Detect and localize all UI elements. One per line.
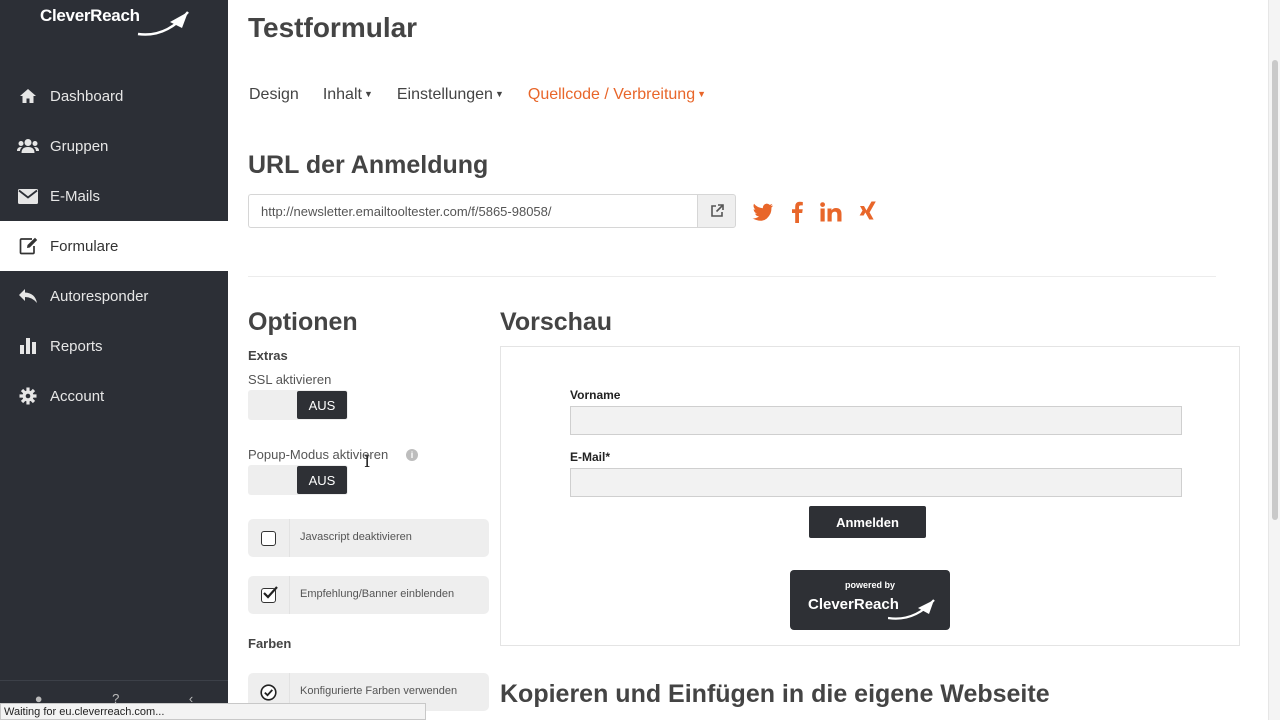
checkmark-icon — [263, 585, 278, 599]
extras-heading: Extras — [248, 348, 288, 363]
sidebar: CleverReach Dashboard Gruppen E-Mails Fo… — [0, 0, 228, 720]
tab-einstellungen[interactable]: Einstellungen ▼ — [397, 86, 504, 104]
tab-label: Design — [249, 86, 299, 103]
colors-heading: Farben — [248, 636, 292, 651]
form-tabs: Design Inhalt ▼ Einstellungen ▼ Quellcode … — [249, 86, 730, 104]
envelope-icon — [17, 185, 39, 207]
page-scrollbar[interactable] — [1268, 0, 1280, 720]
facebook-icon[interactable] — [788, 200, 806, 224]
logo-swoosh-icon — [888, 599, 935, 620]
caret-down-icon: ▼ — [363, 89, 373, 99]
ssl-label: SSL aktivieren — [248, 372, 332, 387]
logo-text: CleverReach — [40, 6, 140, 25]
checkbox-cell — [248, 576, 290, 614]
open-url-button[interactable] — [697, 194, 736, 228]
reply-icon — [17, 285, 39, 307]
cleverreach-logo[interactable]: CleverReach — [40, 6, 189, 36]
sidebar-item-label: Account — [50, 387, 105, 405]
section-divider — [248, 276, 1216, 277]
twitter-icon[interactable] — [751, 200, 775, 224]
signup-url-field[interactable]: http://newsletter.emailtooltester.com/f/… — [248, 194, 697, 228]
popup-mode-toggle[interactable]: AUS — [248, 465, 348, 495]
email-label: E-Mail* — [570, 450, 611, 464]
scrollbar-thumb[interactable] — [1272, 60, 1278, 520]
sidebar-item-dashboard[interactable]: Dashboard — [0, 71, 228, 121]
caret-down-icon: ▼ — [697, 89, 707, 99]
toggle-state: AUS — [297, 391, 347, 419]
tab-quellcode-verbreitung[interactable]: Quellcode / Verbreitung ▼ — [528, 86, 706, 104]
sidebar-item-gruppen[interactable]: Gruppen — [0, 121, 228, 171]
home-icon — [17, 85, 39, 107]
javascript-checkbox[interactable] — [261, 530, 276, 546]
sidebar-item-label: Formulare — [50, 237, 119, 255]
sidebar-item-autoresponder[interactable]: Autoresponder — [0, 271, 228, 321]
powered-by-text: powered by — [844, 580, 895, 590]
linkedin-icon[interactable] — [819, 200, 843, 224]
gear-icon — [17, 385, 39, 407]
tab-label: Inhalt — [322, 86, 362, 103]
sidebar-item-label: Reports — [50, 337, 103, 355]
info-icon[interactable]: i — [406, 449, 418, 461]
subscribe-button[interactable]: Anmelden — [809, 506, 926, 538]
toggle-state: AUS — [297, 466, 347, 494]
email-input[interactable] — [570, 468, 1182, 497]
option-label: Konfigurierte Farben verwenden — [300, 685, 458, 697]
firstname-label: Vorname — [570, 388, 621, 402]
ssl-toggle[interactable]: AUS — [248, 390, 348, 420]
sidebar-item-label: Gruppen — [50, 137, 109, 155]
banner-checkbox[interactable] — [261, 585, 278, 603]
sidebar-item-account[interactable]: Account — [0, 371, 228, 421]
checkbox-cell — [248, 519, 290, 557]
options-title: Optionen — [248, 308, 358, 336]
sidebar-item-label: E-Mails — [50, 187, 101, 205]
sidebar-item-formulare[interactable]: Formulare — [0, 221, 228, 271]
tab-design[interactable]: Design — [249, 86, 299, 104]
option-label: Empfehlung/Banner einblenden — [300, 588, 455, 600]
page-title: Testformular — [248, 12, 418, 43]
caret-down-icon: ▼ — [494, 89, 504, 99]
url-section-title: URL der Anmeldung — [248, 151, 489, 179]
firstname-input[interactable] — [570, 406, 1182, 435]
sidebar-nav: Dashboard Gruppen E-Mails Formulare Auto… — [0, 71, 228, 421]
powered-by-badge[interactable]: powered by CleverReach — [790, 570, 950, 630]
tab-inhalt[interactable]: Inhalt ▼ — [323, 86, 373, 104]
check-circle-icon[interactable] — [260, 683, 277, 701]
preview-title: Vorschau — [500, 308, 613, 336]
sidebar-item-reports[interactable]: Reports — [0, 321, 228, 371]
sidebar-item-label: Dashboard — [50, 87, 124, 105]
sidebar-item-label: Autoresponder — [50, 287, 149, 305]
users-icon — [17, 135, 39, 157]
banner-option[interactable]: Empfehlung/Banner einblenden — [248, 576, 489, 614]
logo-swoosh-icon — [137, 11, 189, 36]
sidebar-item-e-mails[interactable]: E-Mails — [0, 171, 228, 221]
edit-icon — [17, 235, 39, 257]
bar-chart-icon — [17, 335, 39, 357]
text-cursor-icon: I — [364, 452, 371, 471]
copy-section-title: Kopieren und Einfügen in die eigene Webs… — [500, 680, 1050, 708]
tab-label: Einstellungen — [396, 86, 493, 103]
external-link-icon — [710, 204, 724, 217]
badge-brand-name: CleverReach — [808, 596, 899, 613]
tab-label: Quellcode / Verbreitung — [527, 86, 696, 103]
javascript-disable-option[interactable]: Javascript deaktivieren — [248, 519, 489, 557]
option-label: Javascript deaktivieren — [300, 531, 412, 543]
xing-icon[interactable] — [856, 200, 880, 224]
browser-status-bar: Waiting for eu.cleverreach.com... — [0, 703, 426, 720]
